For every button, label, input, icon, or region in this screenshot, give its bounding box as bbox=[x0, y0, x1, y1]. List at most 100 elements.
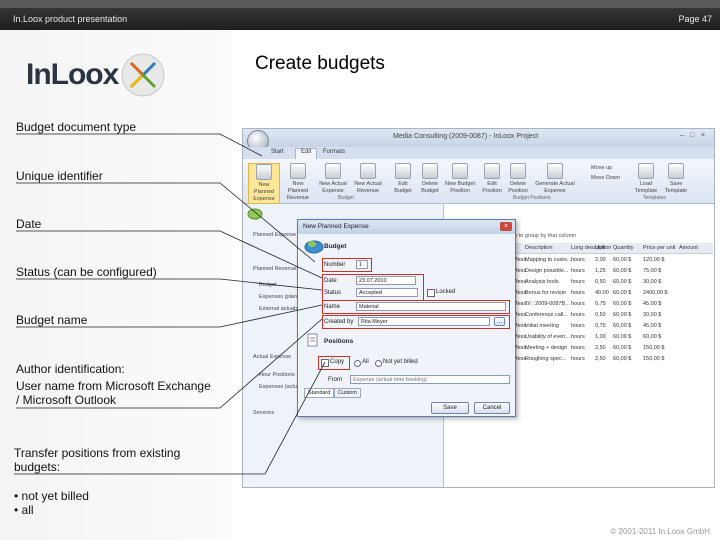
not-yet-billed-radio[interactable] bbox=[375, 360, 382, 367]
table-cell: Initial meeting bbox=[525, 323, 559, 329]
new-budget-position-button[interactable]: New Budget Position bbox=[445, 163, 475, 195]
money-icon bbox=[256, 164, 272, 180]
budget-section-heading: Budget bbox=[324, 243, 347, 250]
table-cell: hours bbox=[571, 301, 585, 307]
dialog-close-button[interactable]: × bbox=[500, 222, 512, 231]
new-actual-expense-button[interactable]: New Actual Expense bbox=[318, 163, 348, 195]
from-select[interactable]: Expense (actual time booking) bbox=[350, 375, 510, 384]
tab-formats[interactable]: Formats bbox=[323, 149, 345, 155]
status-select[interactable]: Accepted bbox=[356, 288, 418, 297]
close-icon[interactable]: × bbox=[701, 132, 709, 140]
all-radio[interactable] bbox=[354, 360, 361, 367]
document-icon bbox=[290, 163, 306, 179]
table-cell: hours bbox=[571, 290, 585, 296]
label-transfer-line-2: budgets: bbox=[14, 460, 61, 474]
table-cell: 60,00 $ bbox=[613, 356, 632, 362]
table-cell: 0,75 bbox=[595, 323, 606, 329]
table-cell: 60,00 $ bbox=[613, 257, 632, 263]
dialog-titlebar: New Planned Expense × bbox=[298, 220, 515, 234]
table-row[interactable]: Mess. Til : 2009-0087B... hours 0,75 60,00 $… bbox=[513, 300, 713, 310]
nav-planned-expense[interactable]: Planned Expense bbox=[253, 232, 296, 238]
nav-external-actuals[interactable]: External actuals bbox=[259, 306, 298, 312]
table-cell: hours bbox=[571, 334, 585, 340]
nav-budget[interactable]: Budget bbox=[259, 282, 276, 288]
move-up-button[interactable]: Move up bbox=[591, 165, 612, 171]
nav-hour-positions[interactable]: Hour Positions bbox=[259, 372, 295, 378]
tab-standard[interactable]: Standard bbox=[304, 388, 335, 398]
nav-actual-expense[interactable]: Actual Expense bbox=[253, 354, 291, 360]
copy-highlight bbox=[318, 356, 350, 370]
logo-wordmark: InLoox bbox=[26, 58, 119, 91]
locked-label: Locked bbox=[436, 289, 456, 295]
table-cell: Design possible... bbox=[525, 268, 569, 274]
new-planned-expense-button[interactable]: New Planned Expense bbox=[248, 163, 280, 204]
column-header[interactable]: Unit bbox=[595, 245, 605, 251]
table-cell: 150,00 $ bbox=[643, 356, 665, 362]
delete-budget-button[interactable]: Delete Budget bbox=[415, 163, 445, 195]
ribbon-tabs: Start Edit Formats bbox=[243, 147, 714, 160]
delete-position-button[interactable]: Delete Position bbox=[503, 163, 533, 195]
nav-services[interactable]: Services bbox=[253, 410, 274, 416]
table-cell: Conference call... bbox=[525, 312, 568, 318]
table-row[interactable]: Mess. Design possible... hours 1,25 60,00 $7… bbox=[513, 267, 713, 277]
table-cell: 2,50 bbox=[595, 356, 606, 362]
group-positions-label: Budget Positions bbox=[513, 195, 551, 201]
column-header[interactable]: Amount bbox=[679, 245, 698, 251]
app-titlebar: Media Consulting (2009-0087) - InLoox Pr… bbox=[243, 129, 714, 147]
new-planned-revenue-button[interactable]: New Planned Revenue bbox=[283, 163, 313, 202]
label-budget-name: Budget name bbox=[16, 313, 88, 327]
label-date: Date bbox=[16, 217, 42, 231]
pencil-icon bbox=[395, 163, 411, 179]
table-cell: Roughing spec... bbox=[525, 356, 567, 362]
move-down-button[interactable]: Move Down bbox=[591, 175, 620, 181]
table-row[interactable]: Mess. Conference call... hours 0,50 60,00 $3… bbox=[513, 311, 713, 321]
column-header[interactable]: Price per unit bbox=[643, 245, 675, 251]
dialog-title: New Planned Expense bbox=[303, 223, 369, 230]
table-cell: 0,75 bbox=[595, 301, 606, 307]
header-strip bbox=[0, 0, 720, 8]
table-row[interactable]: Mess. Mapping to custo... hours 2,00 60,00 $… bbox=[513, 256, 713, 266]
table-cell: Usability of even... bbox=[525, 334, 570, 340]
group-templates-label: Templates bbox=[643, 195, 666, 201]
nav-planned-revenue[interactable]: Planned Revenue bbox=[253, 266, 297, 272]
table-cell: hours bbox=[571, 268, 585, 274]
budget-positions-table: Description Long description Unit Quantity P… bbox=[513, 243, 713, 383]
delete-icon bbox=[422, 163, 438, 179]
new-actual-revenue-button[interactable]: New Actual Revenue bbox=[353, 163, 383, 195]
generate-icon bbox=[547, 163, 563, 179]
tab-start[interactable]: Start bbox=[271, 149, 284, 155]
created-by-highlight bbox=[322, 315, 510, 329]
positions-section-heading: Positions bbox=[324, 338, 354, 345]
generate-actual-expense-button[interactable]: Generate Actual Expense bbox=[535, 163, 575, 195]
save-template-button[interactable]: Save Template bbox=[661, 163, 691, 195]
table-row[interactable]: Mess. Roughing spec... hours 2,50 60,00 $150… bbox=[513, 355, 713, 365]
document-minus-icon bbox=[325, 163, 341, 179]
table-cell: Mapping to custo... bbox=[525, 257, 572, 263]
table-row[interactable]: Mess. Meeting + design hours 2,50 60,00 $150… bbox=[513, 344, 713, 354]
edit-budget-button[interactable]: Edit Budget bbox=[388, 163, 418, 195]
column-header[interactable]: Quantity bbox=[613, 245, 633, 251]
cancel-button[interactable]: Cancel bbox=[474, 402, 510, 414]
tab-custom[interactable]: Custom bbox=[334, 388, 361, 398]
minimize-icon[interactable]: – bbox=[680, 132, 688, 140]
table-row[interactable]: Mess. Analysis tools hours 0,50 60,00 $30,00… bbox=[513, 278, 713, 288]
maximize-icon[interactable]: □ bbox=[690, 132, 698, 140]
save-button[interactable]: Save bbox=[431, 402, 469, 414]
column-header[interactable]: Description bbox=[525, 245, 553, 251]
label-author-line-3: / Microsoft Outlook bbox=[16, 393, 117, 407]
table-cell: 0,50 bbox=[595, 279, 606, 285]
table-row[interactable]: Mess. Initial meeting hours 0,75 60,00 $45,0… bbox=[513, 322, 713, 332]
page-number: Page 47 bbox=[678, 14, 712, 24]
label-budget-document-type: Budget document type bbox=[16, 120, 137, 134]
table-row[interactable]: Mess. Usability of even... hours 1,00 60,00 … bbox=[513, 333, 713, 343]
table-cell: 60,00 $ bbox=[613, 312, 632, 318]
table-cell: 75,00 $ bbox=[643, 268, 662, 274]
load-template-button[interactable]: Load Template bbox=[631, 163, 661, 195]
locked-checkbox[interactable] bbox=[427, 289, 435, 297]
table-cell: 60,00 $ bbox=[613, 301, 632, 307]
table-row[interactable]: Mess. Bonus for revisio hours 40,00 60,00 $2… bbox=[513, 289, 713, 299]
column-header[interactable]: Long description bbox=[571, 245, 611, 251]
folder-icon bbox=[638, 163, 654, 179]
table-cell: 1,25 bbox=[595, 268, 606, 274]
slide-title: Create budgets bbox=[255, 53, 385, 74]
